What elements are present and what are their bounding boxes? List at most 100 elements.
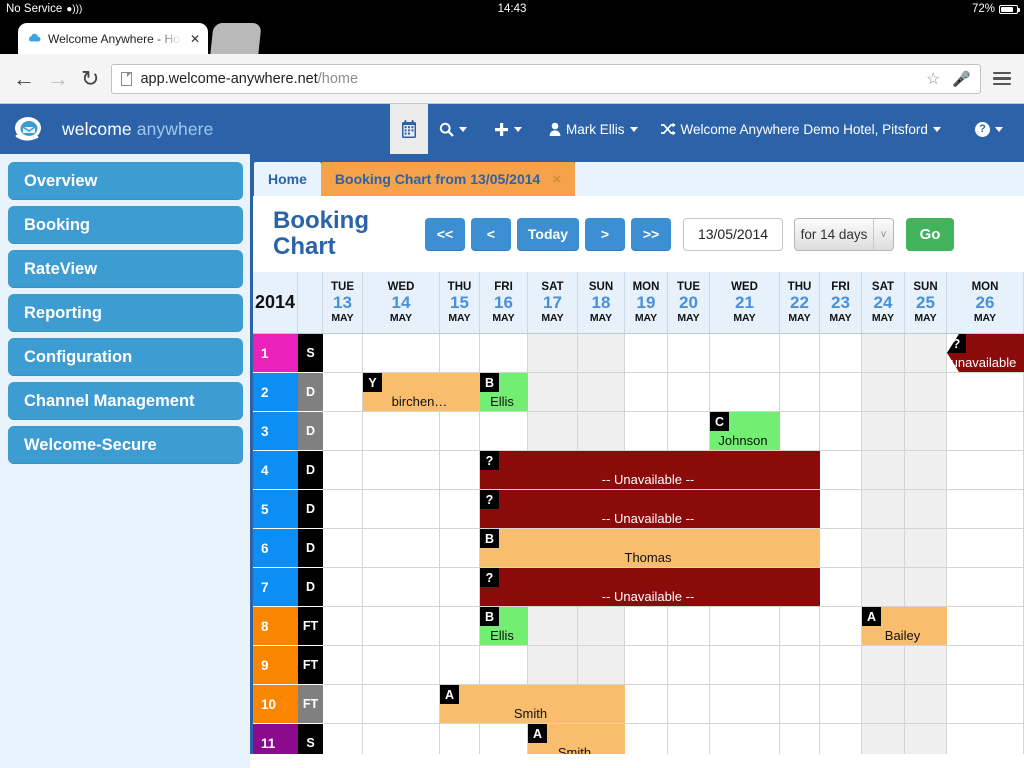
booking-chart-cell[interactable] (668, 412, 710, 451)
booking-block[interactable]: ? -- Unavailable -- (480, 451, 820, 489)
booking-block[interactable]: ? unavailable (947, 334, 1024, 372)
booking-chart-cell[interactable] (820, 373, 862, 412)
room-number-cell[interactable]: 4 (253, 451, 298, 490)
room-number-cell[interactable]: 6 (253, 529, 298, 568)
booking-chart-cell[interactable] (440, 568, 480, 607)
browser-tab-active[interactable]: Welcome Anywhere - Hom ✕ (18, 23, 208, 54)
booking-chart-cell[interactable] (862, 529, 905, 568)
booking-chart-cell[interactable] (820, 607, 862, 646)
booking-chart-cell[interactable] (528, 412, 578, 451)
booking-chart-cell[interactable] (780, 334, 820, 373)
booking-chart-cell[interactable] (820, 646, 862, 685)
back-arrow-icon[interactable]: ← (13, 67, 35, 90)
booking-chart-cell[interactable] (440, 490, 480, 529)
booking-block[interactable]: B Ellis (480, 607, 528, 645)
booking-chart-cell[interactable] (363, 451, 440, 490)
star-icon[interactable]: ☆ (926, 69, 940, 89)
booking-chart-cell[interactable] (905, 529, 947, 568)
booking-block[interactable]: Ybirchen… (363, 373, 480, 411)
booking-chart-cell[interactable] (820, 490, 862, 529)
booking-chart-cell[interactable] (905, 685, 947, 724)
tab-home[interactable]: Home (254, 162, 321, 196)
sidebar-item-welcome-secure[interactable]: Welcome-Secure (8, 426, 243, 464)
booking-chart-cell[interactable] (363, 490, 440, 529)
booking-chart-cell[interactable] (905, 490, 947, 529)
booking-chart-cell[interactable] (710, 685, 780, 724)
booking-chart-cell[interactable] (668, 334, 710, 373)
help-menu-button[interactable]: ? (964, 104, 1024, 154)
user-menu-button[interactable]: Mark Ellis (538, 104, 649, 154)
booking-chart-cell[interactable] (947, 490, 1024, 529)
booking-chart-cell[interactable] (780, 373, 820, 412)
booking-chart-cell[interactable] (862, 412, 905, 451)
booking-chart-cell[interactable] (862, 334, 905, 373)
booking-chart-cell[interactable] (710, 334, 780, 373)
booking-chart-cell[interactable] (947, 724, 1024, 754)
booking-chart-cell[interactable] (820, 412, 862, 451)
booking-chart-cell[interactable] (323, 334, 363, 373)
booking-chart-cell[interactable] (440, 724, 480, 754)
room-number-cell[interactable]: 9 (253, 646, 298, 685)
booking-chart-cell[interactable] (528, 646, 578, 685)
booking-chart-cell[interactable] (947, 607, 1024, 646)
booking-chart-cell[interactable] (578, 373, 625, 412)
booking-chart-cell[interactable] (440, 412, 480, 451)
booking-chart-cell[interactable] (625, 334, 668, 373)
sidebar-item-configuration[interactable]: Configuration (8, 338, 243, 376)
booking-chart-cell[interactable] (820, 568, 862, 607)
booking-block[interactable]: A Bailey (862, 607, 947, 645)
booking-chart-cell[interactable] (905, 412, 947, 451)
booking-chart-cell[interactable] (323, 490, 363, 529)
calendar-icon[interactable] (390, 104, 428, 154)
booking-block[interactable]: A Smith (440, 685, 625, 723)
booking-chart-cell[interactable] (780, 646, 820, 685)
booking-chart-cell[interactable] (323, 451, 363, 490)
booking-chart-cell[interactable] (668, 685, 710, 724)
booking-chart-cell[interactable] (947, 568, 1024, 607)
microphone-icon[interactable]: 🎤 (952, 70, 971, 88)
room-number-cell[interactable]: 2 (253, 373, 298, 412)
booking-chart-cell[interactable] (480, 412, 528, 451)
booking-chart-cell[interactable] (905, 646, 947, 685)
sidebar-item-booking[interactable]: Booking (8, 206, 243, 244)
booking-chart-cell[interactable] (947, 451, 1024, 490)
booking-chart-cell[interactable] (905, 568, 947, 607)
booking-chart-cell[interactable] (947, 646, 1024, 685)
booking-chart-cell[interactable] (947, 412, 1024, 451)
booking-chart-cell[interactable] (363, 724, 440, 754)
hotel-switcher-button[interactable]: Welcome Anywhere Demo Hotel, Pitsford (649, 104, 952, 154)
reload-icon[interactable]: ↻ (81, 67, 99, 90)
booking-chart-cell[interactable] (710, 646, 780, 685)
sidebar-item-channel-management[interactable]: Channel Management (8, 382, 243, 420)
booking-chart-cell[interactable] (363, 568, 440, 607)
booking-chart-cell[interactable] (323, 685, 363, 724)
booking-chart-cell[interactable] (440, 529, 480, 568)
booking-chart-cell[interactable] (862, 568, 905, 607)
booking-chart-cell[interactable] (528, 607, 578, 646)
booking-chart-cell[interactable] (820, 451, 862, 490)
booking-chart-cell[interactable] (668, 646, 710, 685)
booking-chart-cell[interactable] (780, 685, 820, 724)
booking-chart-cell[interactable] (625, 724, 668, 754)
sidebar-item-reporting[interactable]: Reporting (8, 294, 243, 332)
booking-chart-cell[interactable] (625, 685, 668, 724)
jump-back-button[interactable]: << (425, 217, 465, 251)
app-logo[interactable]: welcome anywhere (0, 115, 390, 143)
go-button[interactable]: Go (906, 217, 954, 251)
address-bar[interactable]: app.welcome-anywhere.net/home ☆ 🎤 (111, 63, 981, 94)
booking-chart-cell[interactable] (578, 607, 625, 646)
booking-chart-cell[interactable] (625, 412, 668, 451)
sidebar-item-overview[interactable]: Overview (8, 162, 243, 200)
hamburger-menu-icon[interactable] (993, 71, 1011, 86)
booking-chart-cell[interactable] (780, 724, 820, 754)
booking-chart-cell[interactable] (820, 724, 862, 754)
booking-chart-cell[interactable] (820, 685, 862, 724)
booking-block[interactable]: B Ellis (480, 373, 528, 411)
day-span-select[interactable]: for 14 days ∨ (794, 217, 894, 251)
booking-chart-cell[interactable] (947, 373, 1024, 412)
booking-chart-cell[interactable] (323, 646, 363, 685)
booking-chart-cell[interactable] (363, 412, 440, 451)
booking-block[interactable]: B Thomas (480, 529, 820, 567)
room-number-cell[interactable]: 5 (253, 490, 298, 529)
booking-chart-cell[interactable] (710, 724, 780, 754)
